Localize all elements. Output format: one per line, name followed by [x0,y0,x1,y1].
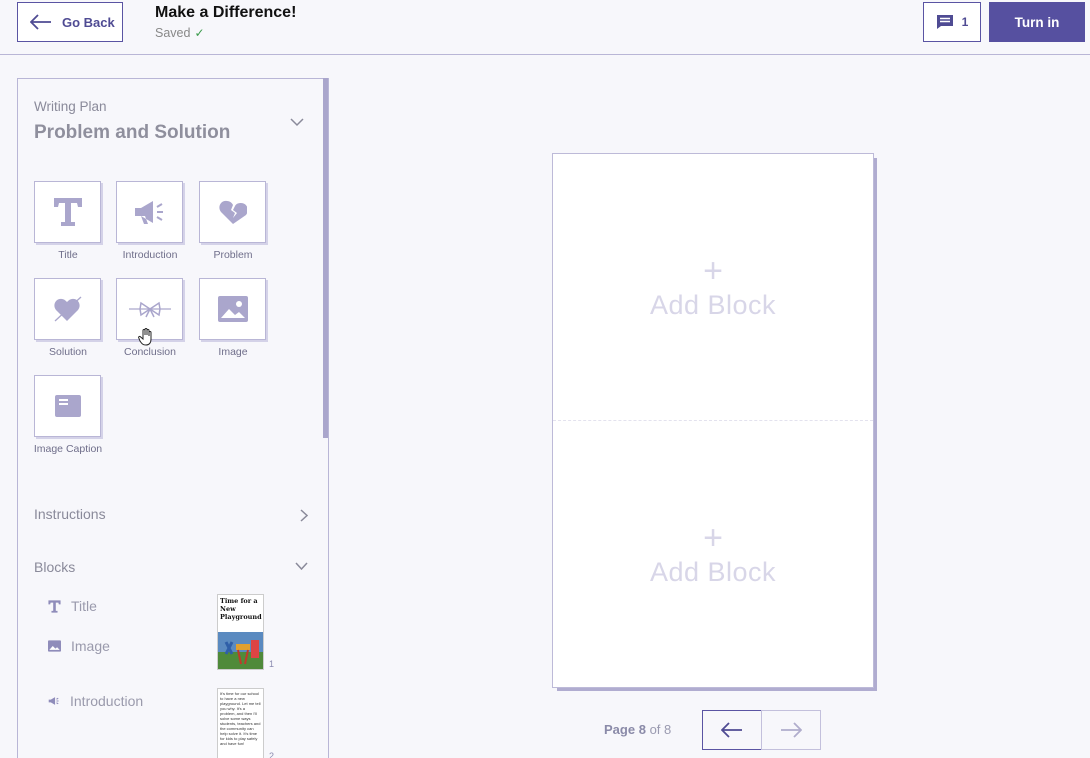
go-back-label: Go Back [62,14,115,30]
instructions-label: Instructions [34,506,106,522]
block-item-image[interactable]: Image [48,638,110,654]
turn-in-button[interactable]: Turn in [989,2,1085,42]
block-item-label: Introduction [70,693,144,709]
chevron-down-icon [295,562,308,570]
top-bar: Go Back Make a Difference! Saved ✓ 1 Tur… [0,0,1090,55]
comments-button[interactable]: 1 [923,2,981,42]
writing-plan-label: Writing Plan [34,99,107,114]
check-icon: ✓ [194,26,205,40]
image-icon [217,296,248,322]
broken-heart-icon [218,200,247,224]
arrow-left-icon [721,722,742,738]
chevron-down-icon[interactable] [290,117,304,127]
page-word: Page [604,722,636,737]
arrow-right-icon [781,722,802,738]
add-block-top[interactable]: + Add Block [553,154,873,420]
tile-image-caption-label: Image Caption [33,443,103,455]
saved-label: Saved [155,26,191,40]
writing-plan-panel: Writing Plan Problem and Solution Title … [17,78,329,758]
tile-introduction-label: Introduction [122,249,178,261]
plus-icon: + [703,518,723,557]
tile-solution-label: Solution [49,346,87,358]
go-back-button[interactable]: Go Back [17,2,123,42]
save-status: Saved ✓ [155,26,205,40]
arrow-left-icon [30,14,51,30]
thumbnail-heading: Time for a New Playground [220,597,262,621]
document-page: + Add Block + Add Block [552,153,874,688]
page-total: of 8 [649,722,672,737]
tile-title[interactable] [34,181,101,243]
title-T-icon [48,599,61,613]
page-indicator: Page 8 of 8 [604,722,671,737]
add-block-bottom[interactable]: + Add Block [553,421,873,687]
tile-image-caption[interactable] [34,375,101,437]
tile-solution[interactable] [34,278,101,340]
hand-cursor-icon [138,328,152,346]
caption-icon [54,395,81,417]
add-block-label: Add Block [649,289,777,320]
block-item-label: Title [71,598,97,614]
thumbnail-page-number: 1 [269,659,275,669]
comment-count: 1 [961,15,969,29]
ribbon-icon [128,301,171,318]
plus-icon: + [703,251,723,290]
blocks-label: Blocks [34,559,76,575]
comment-icon [936,15,953,29]
sidebar-scrollbar[interactable] [323,78,328,438]
tile-problem-label: Problem [213,249,253,261]
tile-conclusion-label: Conclusion [124,346,176,358]
previous-page-button[interactable] [702,710,762,750]
next-page-button[interactable] [761,710,821,750]
chevron-right-icon [300,509,308,522]
page-thumbnail-2[interactable]: It's time for our school to have a new p… [217,688,264,758]
block-item-introduction[interactable]: Introduction [48,693,143,709]
tile-problem[interactable] [199,181,266,243]
playground-image [218,632,263,669]
instructions-section-toggle[interactable]: Instructions [34,506,308,526]
thumbnail-text: It's time for our school to have a new p… [220,691,261,746]
megaphone-icon [48,697,59,705]
page-thumbnail-1[interactable]: Time for a New Playground [217,594,264,670]
megaphone-icon [134,201,163,224]
tile-image[interactable] [199,278,266,340]
mended-heart-icon [53,296,81,322]
tile-image-label: Image [218,346,248,358]
writing-plan-title: Problem and Solution [34,122,231,143]
tile-title-label: Title [58,249,78,261]
block-item-label: Image [71,638,110,654]
block-item-title[interactable]: Title [48,598,97,614]
image-icon [48,640,61,652]
blocks-section-toggle[interactable]: Blocks [34,559,308,579]
document-title: Make a Difference! [155,4,297,21]
tile-introduction[interactable] [116,181,183,243]
page-current: 8 [638,722,646,737]
title-T-icon [53,198,82,226]
add-block-label: Add Block [649,556,777,587]
thumbnail-page-number: 2 [269,751,275,758]
